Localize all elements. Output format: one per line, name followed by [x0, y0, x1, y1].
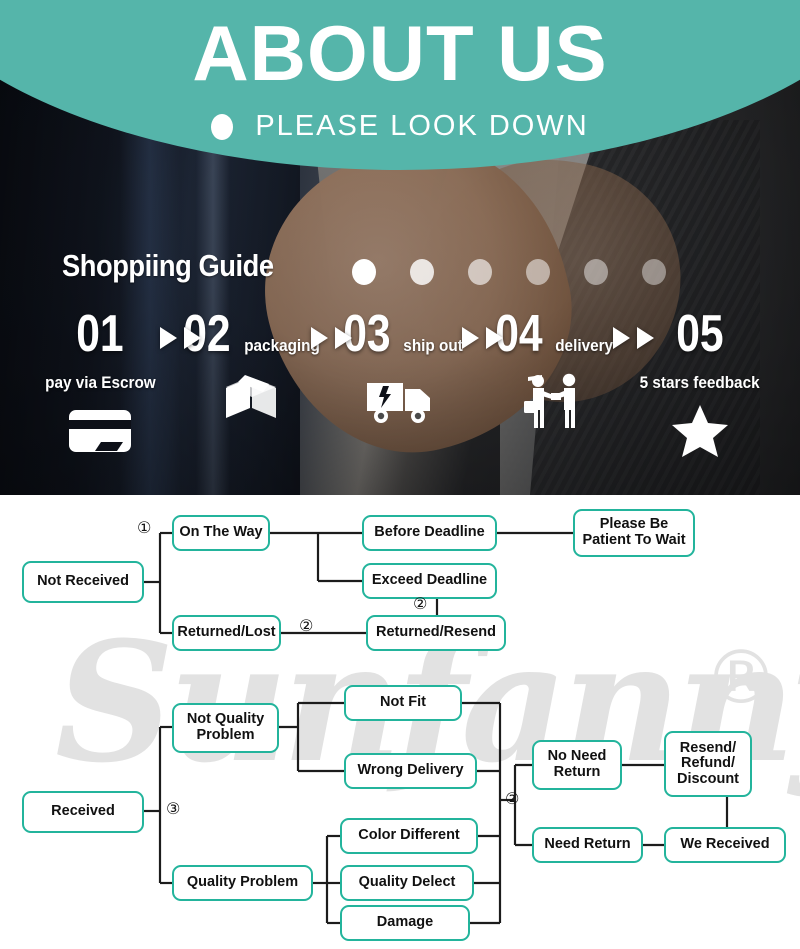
node-label: Before Deadline [374, 524, 485, 541]
node-label: Received [51, 803, 115, 820]
flowchart-section: Sunfanny ® ① ② ② ③ ② Not Received On The… [0, 495, 800, 949]
node-not-received[interactable]: Not Received [22, 561, 144, 603]
node-before-deadline[interactable]: Before Deadline [362, 515, 497, 551]
node-label: Color Different [358, 827, 460, 844]
node-returned-lost[interactable]: Returned/Lost [172, 615, 281, 651]
guide-dot-3 [468, 259, 492, 285]
marker-2b: ② [413, 594, 428, 613]
node-not-fit[interactable]: Not Fit [344, 685, 462, 721]
step-label: pay via Escrow [44, 373, 156, 392]
node-label: Need Return [544, 836, 631, 853]
guide-dot-5 [584, 259, 608, 285]
node-not-quality-problem[interactable]: Not Quality Problem [172, 703, 279, 753]
node-received[interactable]: Received [22, 791, 144, 833]
node-label: Not Quality Problem [186, 711, 265, 743]
node-resend-refund-discount[interactable]: Resend/ Refund/ Discount [664, 731, 752, 797]
guide-dot-6 [642, 259, 666, 285]
credit-card-icon [25, 402, 175, 460]
node-need-return[interactable]: Need Return [532, 827, 643, 863]
node-we-received[interactable]: We Received [664, 827, 786, 863]
node-label: We Received [680, 836, 770, 853]
step-label: packaging [244, 336, 320, 355]
node-exceed-deadline[interactable]: Exceed Deadline [362, 563, 497, 599]
node-label: Returned/Resend [375, 624, 497, 641]
guide-step-01: 01 pay via Escrow [25, 305, 175, 460]
about-us-page: ABOUT US PLEASE LOOK DOWN Shoppiing Guid… [0, 0, 800, 949]
step-number: 01 [76, 305, 124, 363]
guide-dot-2 [410, 259, 434, 285]
marker-2c: ② [505, 789, 520, 808]
node-wrong-delivery[interactable]: Wrong Delivery [344, 753, 477, 789]
node-label: Returned/Lost [177, 624, 276, 641]
node-label: No Need Return [547, 748, 607, 780]
guide-steps: 01 pay via Escrow 02 packaging 03 ship o… [0, 305, 800, 490]
step-label: ship out [403, 336, 463, 355]
box-package-icon [176, 372, 326, 430]
page-title: ABOUT US [192, 9, 608, 97]
delivery-truck-icon [327, 372, 477, 430]
marker-3: ③ [166, 799, 181, 818]
node-damage[interactable]: Damage [340, 905, 470, 941]
node-please-be-patient[interactable]: Please Be Patient To Wait [573, 509, 695, 557]
node-label: Damage [376, 914, 434, 931]
double-triangle-right-icon [160, 327, 201, 349]
star-icon [625, 402, 775, 460]
dot-icon [211, 113, 234, 140]
node-no-need-return[interactable]: No Need Return [532, 740, 622, 790]
node-label: Resend/ Refund/ Discount [676, 739, 740, 787]
marker-1: ① [137, 518, 152, 537]
hero-subtitle: PLEASE LOOK DOWN [255, 110, 589, 142]
node-on-the-way[interactable]: On The Way [172, 515, 270, 551]
guide-title-row: Shoppiing Guide [62, 248, 302, 284]
node-color-different[interactable]: Color Different [340, 818, 478, 854]
node-label: Quality Delect [358, 874, 456, 891]
guide-step-03: 03 ship out [327, 305, 477, 430]
guide-title: Shoppiing Guide [62, 248, 274, 283]
guide-dot-1 [352, 259, 376, 285]
node-label: Please Be Patient To Wait [582, 516, 686, 548]
guide-dots [352, 259, 666, 285]
guide-dot-4 [526, 259, 550, 285]
node-label: Not Received [37, 573, 129, 590]
double-triangle-right-icon [311, 327, 352, 349]
node-quality-problem[interactable]: Quality Problem [172, 865, 313, 901]
double-triangle-right-icon [613, 327, 654, 349]
node-label: Not Fit [380, 694, 426, 711]
double-triangle-right-icon [462, 327, 503, 349]
step-label: 5 stars feedback [640, 373, 760, 392]
marker-2a: ② [299, 616, 314, 635]
node-label: Exceed Deadline [371, 572, 488, 589]
node-quality-delect[interactable]: Quality Delect [340, 865, 474, 901]
hero-subtitle-row: PLEASE LOOK DOWN [0, 110, 800, 143]
hero-banner: ABOUT US PLEASE LOOK DOWN Shoppiing Guid… [0, 0, 800, 495]
step-number: 05 [676, 305, 724, 363]
node-label: Wrong Delivery [357, 762, 464, 779]
node-label: Quality Problem [186, 874, 299, 891]
guide-step-04: 04 delivery [478, 305, 628, 430]
handover-people-icon [478, 372, 628, 430]
node-label: On The Way [179, 524, 263, 541]
step-label: delivery [555, 336, 614, 355]
guide-step-02: 02 packaging [176, 305, 326, 430]
node-returned-resend[interactable]: Returned/Resend [366, 615, 506, 651]
